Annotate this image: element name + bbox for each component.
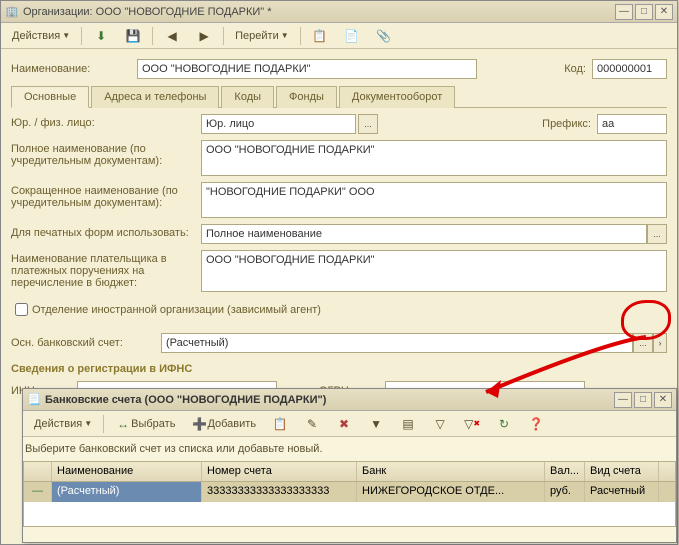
shortname-label: Сокращенное наименование (по учредительн…	[11, 182, 201, 209]
tab-codes[interactable]: Коды	[221, 86, 274, 108]
legal-label: Юр. / физ. лицо:	[11, 114, 201, 129]
payer-input[interactable]: ООО "НОВОГОДНИЕ ПОДАРКИ"	[201, 250, 667, 292]
row-bank: НИЖЕГОРОДСКОЕ ОТДЕ...	[357, 482, 545, 502]
grid-header: Наименование Номер счета Банк Вал... Вид…	[24, 462, 675, 482]
report-icon[interactable]: 📋	[305, 26, 335, 46]
filter-off-icon[interactable]: ▽✖	[457, 414, 487, 434]
sub-title: Банковские счета (ООО "НОВОГОДНИЕ ПОДАРК…	[45, 394, 612, 406]
fullname-label: Полное наименование (по учредительным до…	[11, 140, 201, 167]
code-label: Код:	[564, 63, 586, 75]
help-icon[interactable]: ❓	[521, 414, 551, 434]
prefix-label: Префикс:	[542, 118, 591, 130]
sub-toolbar: Действия▼ ↔Выбрать ➕Добавить 📋 ✎ ✖ ▼ ▤ ▽…	[23, 411, 676, 437]
main-title: Организации: ООО "НОВОГОДНИЕ ПОДАРКИ" *	[23, 6, 613, 18]
accounts-grid: Наименование Номер счета Банк Вал... Вид…	[23, 461, 676, 527]
printform-picker-button[interactable]: ...	[647, 224, 667, 244]
col-indicator[interactable]	[24, 462, 52, 481]
actions-menu[interactable]: Действия▼	[5, 26, 77, 46]
bank-accounts-window: 📃 Банковские счета (ООО "НОВОГОДНИЕ ПОДА…	[22, 388, 677, 543]
main-toolbar: Действия▼ ⬇ 💾 ◀ ▶ Перейти▼ 📋 📄 📎	[1, 23, 677, 49]
code-input[interactable]	[592, 59, 667, 79]
props-icon[interactable]: ▤	[393, 414, 423, 434]
main-content: Наименование: Код: Основные Адреса и тел…	[1, 49, 677, 411]
ifns-section-title: Сведения о регистрации в ИФНС	[11, 363, 667, 375]
minimize-button[interactable]: —	[615, 4, 633, 20]
bankacc-label: Осн. банковский счет:	[11, 337, 161, 349]
edit-icon[interactable]: ✎	[297, 414, 327, 434]
printform-label: Для печатных форм использовать:	[11, 224, 201, 239]
row-name: (Расчетный)	[52, 482, 202, 502]
maximize-button[interactable]: □	[635, 4, 653, 20]
save-icon[interactable]: 💾	[118, 26, 148, 46]
nav-forward-icon[interactable]: ▶	[189, 26, 219, 46]
foreign-checkbox[interactable]	[15, 303, 28, 316]
doc-icon[interactable]: 📄	[337, 26, 367, 46]
foreign-label: Отделение иностранной организации (завис…	[32, 304, 321, 316]
delete-icon[interactable]: ✖	[329, 414, 359, 434]
row-currency: руб.	[545, 482, 585, 502]
tab-funds[interactable]: Фонды	[276, 86, 337, 108]
tab-main[interactable]: Основные	[11, 86, 89, 108]
tabs-bar: Основные Адреса и телефоны Коды Фонды До…	[11, 85, 667, 108]
col-bank[interactable]: Банк	[357, 462, 545, 481]
prefix-input[interactable]	[597, 114, 667, 134]
row-indicator-icon: —	[24, 482, 52, 502]
tab-docflow[interactable]: Документооборот	[339, 86, 455, 108]
refresh-icon[interactable]: ↻	[489, 414, 519, 434]
legal-input[interactable]	[201, 114, 356, 134]
app-icon: 🏢	[5, 5, 19, 19]
payer-label: Наименование плательщика в платежных пор…	[11, 250, 201, 289]
table-row[interactable]: — (Расчетный) 33333333333333333333 НИЖЕГ…	[24, 482, 675, 502]
sub-close-button[interactable]: ✕	[654, 392, 672, 408]
shortname-input[interactable]: "НОВОГОДНИЕ ПОДАРКИ" ООО	[201, 182, 667, 218]
close-button[interactable]: ✕	[655, 4, 673, 20]
mark-icon[interactable]: ▼	[361, 414, 391, 434]
name-label: Наименование:	[11, 63, 131, 75]
sub-titlebar: 📃 Банковские счета (ООО "НОВОГОДНИЕ ПОДА…	[23, 389, 676, 411]
main-titlebar: 🏢 Организации: ООО "НОВОГОДНИЕ ПОДАРКИ" …	[1, 1, 677, 23]
col-currency[interactable]: Вал...	[545, 462, 585, 481]
nav-back-icon[interactable]: ◀	[157, 26, 187, 46]
row-type: Расчетный	[585, 482, 659, 502]
tab-addresses[interactable]: Адреса и телефоны	[91, 86, 219, 108]
filter1-icon[interactable]: ▽	[425, 414, 455, 434]
add-button[interactable]: ➕Добавить	[184, 414, 263, 434]
printform-input[interactable]	[201, 224, 647, 244]
legal-picker-button[interactable]: ...	[358, 114, 378, 134]
copy-icon[interactable]: 📋	[265, 414, 295, 434]
name-input[interactable]	[137, 59, 477, 79]
select-button[interactable]: ↔Выбрать	[108, 414, 182, 434]
bankacc-open-button[interactable]: ›	[653, 333, 667, 353]
col-type[interactable]: Вид счета	[585, 462, 659, 481]
navigate-menu[interactable]: Перейти▼	[228, 26, 296, 46]
save-close-icon[interactable]: ⬇	[86, 26, 116, 46]
sub-maximize-button[interactable]: □	[634, 392, 652, 408]
bankacc-input[interactable]	[161, 333, 633, 353]
list-icon: 📃	[27, 393, 41, 407]
bankacc-picker-button[interactable]: ...	[633, 333, 653, 353]
sub-hint: Выберите банковский счет из списка или д…	[25, 443, 674, 455]
col-number[interactable]: Номер счета	[202, 462, 357, 481]
fullname-input[interactable]: ООО "НОВОГОДНИЕ ПОДАРКИ"	[201, 140, 667, 176]
row-number: 33333333333333333333	[202, 482, 357, 502]
sub-minimize-button[interactable]: —	[614, 392, 632, 408]
col-name[interactable]: Наименование	[52, 462, 202, 481]
sub-actions-menu[interactable]: Действия▼	[27, 414, 99, 434]
attach-icon[interactable]: 📎	[369, 26, 399, 46]
